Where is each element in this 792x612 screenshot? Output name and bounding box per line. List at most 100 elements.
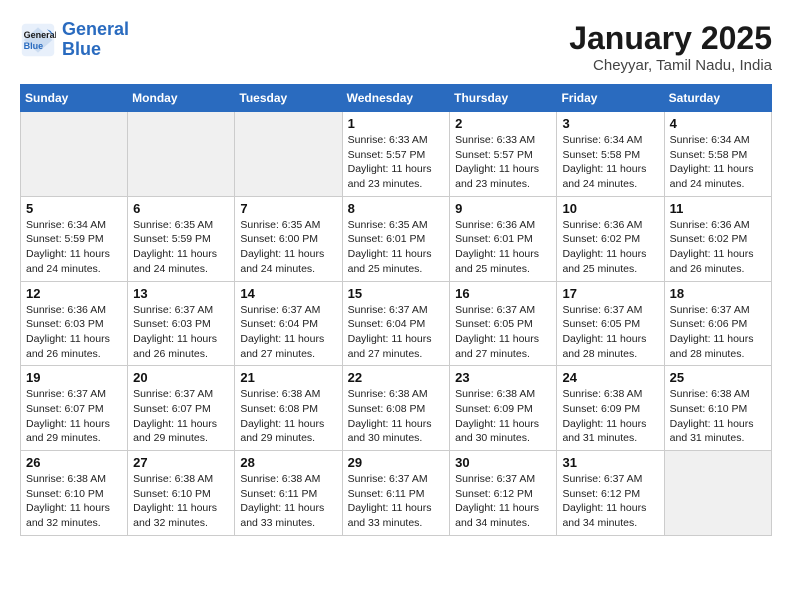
page-header: General Blue General Blue January 2025 C… xyxy=(20,20,772,74)
day-number: 6 xyxy=(133,201,229,216)
calendar-cell: 29 Sunrise: 6:37 AM Sunset: 6:11 PM Dayli… xyxy=(342,451,450,536)
calendar-cell: 25 Sunrise: 6:38 AM Sunset: 6:10 PM Dayli… xyxy=(664,366,771,451)
weekday-header-sunday: Sunday xyxy=(21,85,128,112)
calendar-week-row: 5Sunrise: 6:34 AM Sunset: 5:59 PM Daylig… xyxy=(21,196,772,281)
svg-text:General: General xyxy=(24,30,56,40)
logo-blue: Blue xyxy=(62,39,101,59)
day-number: 4 xyxy=(670,116,766,131)
day-info: Sunrise: 6:36 AM Sunset: 6:01 PM Dayligh… xyxy=(455,218,551,277)
calendar-cell: 22 Sunrise: 6:38 AM Sunset: 6:08 PM Dayli… xyxy=(342,366,450,451)
day-number: 1 xyxy=(348,116,445,131)
day-info: Sunrise: 6:38 AM Sunset: 6:08 PM Dayligh… xyxy=(348,387,445,446)
day-info: Sunrise: 6:38 AM Sunset: 6:09 PM Dayligh… xyxy=(455,387,551,446)
calendar-cell: 18Sunrise: 6:37 AM Sunset: 6:06 PM Dayli… xyxy=(664,281,771,366)
day-info: Sunrise: 6:38 AM Sunset: 6:10 PM Dayligh… xyxy=(26,472,122,531)
weekday-header-thursday: Thursday xyxy=(450,85,557,112)
title-block: January 2025 Cheyyar, Tamil Nadu, India xyxy=(569,20,772,74)
calendar-cell: 15Sunrise: 6:37 AM Sunset: 6:04 PM Dayli… xyxy=(342,281,450,366)
day-number: 14 xyxy=(240,286,336,301)
calendar-cell: 27 Sunrise: 6:38 AM Sunset: 6:10 PM Dayli… xyxy=(128,451,235,536)
day-number: 21 xyxy=(240,370,336,385)
day-number: 10 xyxy=(562,201,658,216)
weekday-header-row: SundayMondayTuesdayWednesdayThursdayFrid… xyxy=(21,85,772,112)
logo: General Blue General Blue xyxy=(20,20,129,60)
calendar-cell: 14 Sunrise: 6:37 AM Sunset: 6:04 PM Dayli… xyxy=(235,281,342,366)
calendar-cell: 23 Sunrise: 6:38 AM Sunset: 6:09 PM Dayli… xyxy=(450,366,557,451)
calendar-cell: 12 Sunrise: 6:36 AM Sunset: 6:03 PM Dayli… xyxy=(21,281,128,366)
calendar-cell xyxy=(128,112,235,197)
day-info: Sunrise: 6:36 AM Sunset: 6:02 PM Dayligh… xyxy=(562,218,658,277)
day-number: 26 xyxy=(26,455,122,470)
day-info: Sunrise: 6:35 AM Sunset: 5:59 PM Dayligh… xyxy=(133,218,229,277)
weekday-header-wednesday: Wednesday xyxy=(342,85,450,112)
calendar-cell xyxy=(235,112,342,197)
day-number: 15 xyxy=(348,286,445,301)
day-number: 29 xyxy=(348,455,445,470)
day-number: 2 xyxy=(455,116,551,131)
day-number: 3 xyxy=(562,116,658,131)
calendar-cell: 2 Sunrise: 6:33 AM Sunset: 5:57 PM Daylig… xyxy=(450,112,557,197)
day-number: 31 xyxy=(562,455,658,470)
calendar-cell: 8 Sunrise: 6:35 AM Sunset: 6:01 PM Daylig… xyxy=(342,196,450,281)
day-number: 28 xyxy=(240,455,336,470)
day-number: 19 xyxy=(26,370,122,385)
logo-icon: General Blue xyxy=(20,22,56,58)
day-info: Sunrise: 6:35 AM Sunset: 6:01 PM Dayligh… xyxy=(348,218,445,277)
day-info: Sunrise: 6:37 AM Sunset: 6:12 PM Dayligh… xyxy=(562,472,658,531)
day-number: 30 xyxy=(455,455,551,470)
month-title: January 2025 xyxy=(569,20,772,57)
day-info: Sunrise: 6:37 AM Sunset: 6:04 PM Dayligh… xyxy=(240,303,336,362)
day-info: Sunrise: 6:37 AM Sunset: 6:06 PM Dayligh… xyxy=(670,303,766,362)
day-info: Sunrise: 6:34 AM Sunset: 5:58 PM Dayligh… xyxy=(562,133,658,192)
day-info: Sunrise: 6:38 AM Sunset: 6:10 PM Dayligh… xyxy=(670,387,766,446)
day-number: 13 xyxy=(133,286,229,301)
calendar-cell: 3 Sunrise: 6:34 AM Sunset: 5:58 PM Daylig… xyxy=(557,112,664,197)
day-info: Sunrise: 6:37 AM Sunset: 6:11 PM Dayligh… xyxy=(348,472,445,531)
calendar-week-row: 26 Sunrise: 6:38 AM Sunset: 6:10 PM Dayli… xyxy=(21,451,772,536)
calendar-week-row: 12 Sunrise: 6:36 AM Sunset: 6:03 PM Dayli… xyxy=(21,281,772,366)
day-info: Sunrise: 6:33 AM Sunset: 5:57 PM Dayligh… xyxy=(455,133,551,192)
day-number: 23 xyxy=(455,370,551,385)
calendar-cell: 10 Sunrise: 6:36 AM Sunset: 6:02 PM Dayli… xyxy=(557,196,664,281)
day-number: 17 xyxy=(562,286,658,301)
calendar-cell: 9 Sunrise: 6:36 AM Sunset: 6:01 PM Daylig… xyxy=(450,196,557,281)
weekday-header-friday: Friday xyxy=(557,85,664,112)
day-info: Sunrise: 6:37 AM Sunset: 6:12 PM Dayligh… xyxy=(455,472,551,531)
logo-text: General Blue xyxy=(62,20,129,60)
day-info: Sunrise: 6:34 AM Sunset: 5:58 PM Dayligh… xyxy=(670,133,766,192)
day-number: 27 xyxy=(133,455,229,470)
calendar-cell: 11 Sunrise: 6:36 AM Sunset: 6:02 PM Dayli… xyxy=(664,196,771,281)
day-info: Sunrise: 6:37 AM Sunset: 6:05 PM Dayligh… xyxy=(562,303,658,362)
calendar-cell: 6 Sunrise: 6:35 AM Sunset: 5:59 PM Daylig… xyxy=(128,196,235,281)
day-number: 11 xyxy=(670,201,766,216)
calendar-cell: 26 Sunrise: 6:38 AM Sunset: 6:10 PM Dayli… xyxy=(21,451,128,536)
day-info: Sunrise: 6:37 AM Sunset: 6:05 PM Dayligh… xyxy=(455,303,551,362)
calendar-cell: 28Sunrise: 6:38 AM Sunset: 6:11 PM Dayli… xyxy=(235,451,342,536)
calendar-cell: 24 Sunrise: 6:38 AM Sunset: 6:09 PM Dayli… xyxy=(557,366,664,451)
day-number: 20 xyxy=(133,370,229,385)
day-number: 8 xyxy=(348,201,445,216)
day-info: Sunrise: 6:36 AM Sunset: 6:03 PM Dayligh… xyxy=(26,303,122,362)
location-subtitle: Cheyyar, Tamil Nadu, India xyxy=(569,57,772,74)
svg-text:Blue: Blue xyxy=(24,41,44,51)
day-number: 5 xyxy=(26,201,122,216)
day-number: 24 xyxy=(562,370,658,385)
day-number: 12 xyxy=(26,286,122,301)
day-info: Sunrise: 6:36 AM Sunset: 6:02 PM Dayligh… xyxy=(670,218,766,277)
day-info: Sunrise: 6:37 AM Sunset: 6:03 PM Dayligh… xyxy=(133,303,229,362)
day-number: 22 xyxy=(348,370,445,385)
calendar-cell: 31 Sunrise: 6:37 AM Sunset: 6:12 PM Dayli… xyxy=(557,451,664,536)
day-number: 25 xyxy=(670,370,766,385)
weekday-header-saturday: Saturday xyxy=(664,85,771,112)
day-info: Sunrise: 6:38 AM Sunset: 6:09 PM Dayligh… xyxy=(562,387,658,446)
day-info: Sunrise: 6:38 AM Sunset: 6:08 PM Dayligh… xyxy=(240,387,336,446)
day-info: Sunrise: 6:38 AM Sunset: 6:10 PM Dayligh… xyxy=(133,472,229,531)
day-number: 9 xyxy=(455,201,551,216)
calendar-cell xyxy=(664,451,771,536)
calendar-cell: 30 Sunrise: 6:37 AM Sunset: 6:12 PM Dayli… xyxy=(450,451,557,536)
calendar-week-row: 19 Sunrise: 6:37 AM Sunset: 6:07 PM Dayli… xyxy=(21,366,772,451)
calendar-cell: 5Sunrise: 6:34 AM Sunset: 5:59 PM Daylig… xyxy=(21,196,128,281)
day-info: Sunrise: 6:37 AM Sunset: 6:07 PM Dayligh… xyxy=(133,387,229,446)
calendar-cell: 20 Sunrise: 6:37 AM Sunset: 6:07 PM Dayli… xyxy=(128,366,235,451)
weekday-header-monday: Monday xyxy=(128,85,235,112)
